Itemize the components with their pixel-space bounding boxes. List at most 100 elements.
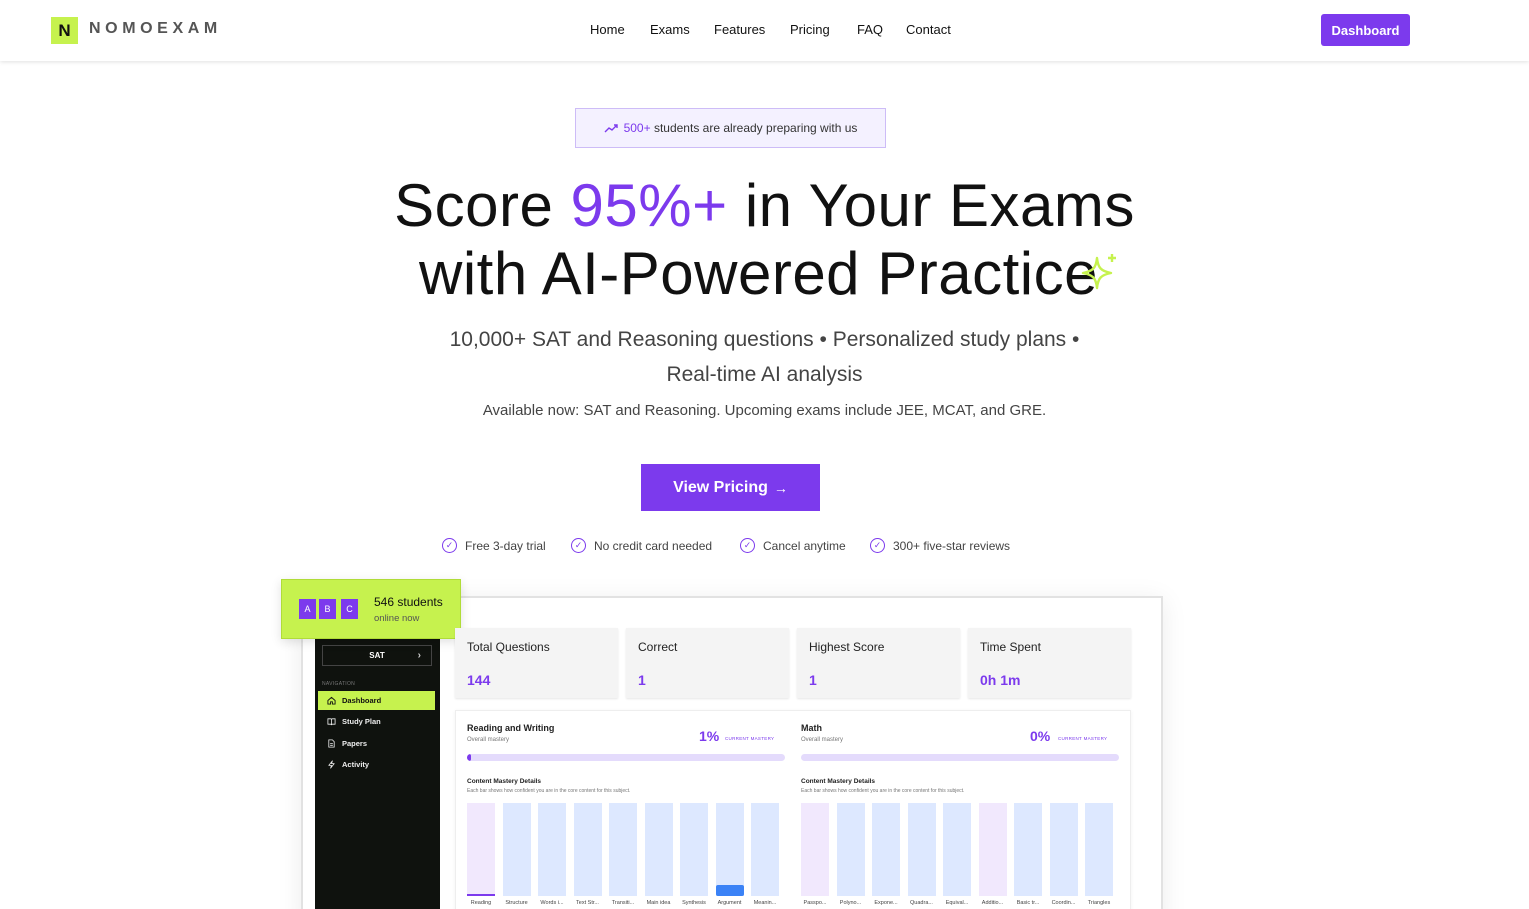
sidebar-item-dashboard[interactable]: Dashboard: [318, 691, 435, 710]
sidebar-item-label: Papers: [342, 739, 368, 748]
logo-mark[interactable]: N: [51, 17, 78, 44]
hero-subtitle-line1: 10,000+ SAT and Reasoning questions • Pe…: [449, 328, 1080, 351]
mastery-bar: [943, 803, 971, 896]
mastery-bar: [538, 803, 566, 896]
mastery-bar: [836, 803, 865, 896]
mastery-bar: [1085, 803, 1113, 896]
title-post: in Your Exams: [727, 172, 1135, 239]
mastery-bar-label: Additio...: [981, 900, 1004, 906]
mastery-bar-label: Main idea: [646, 900, 671, 906]
online-subtext: online now: [374, 613, 420, 624]
mastery-bar-label: Triangles: [1087, 900, 1111, 906]
view-pricing-button[interactable]: View Pricing →: [641, 464, 820, 511]
mastery-bar: [801, 803, 829, 896]
arrow-right-icon: →: [773, 479, 788, 496]
nav-home[interactable]: Home: [590, 22, 625, 37]
subject-progress-bar: [801, 754, 1119, 761]
subject-mastery-pct: 0%: [1030, 728, 1051, 744]
mastery-bar-fill: [467, 894, 495, 896]
stat-label: Total Questions: [467, 640, 550, 654]
nav-features[interactable]: Features: [714, 22, 765, 37]
subject-meta: Overall mastery: [467, 737, 510, 743]
check-item: ✓ Cancel anytime: [740, 538, 846, 553]
stat-card-time-spent: Time Spent 0h 1m: [968, 628, 1131, 698]
mastery-bar-label: Reading: [470, 900, 492, 906]
nav-contact[interactable]: Contact: [906, 22, 951, 37]
subject-mastery-label: CURRENT MASTERY: [1058, 736, 1108, 741]
mastery-bar: [715, 803, 744, 896]
sidebar-item-label: Dashboard: [342, 696, 382, 705]
site-header: N NOMOEXAM Home Exams Features Pricing F…: [0, 0, 1529, 61]
stat-card-correct: Correct 1: [626, 628, 789, 698]
stat-value: 1: [809, 672, 817, 688]
check-item: ✓ No credit card needed: [571, 538, 712, 553]
exam-select[interactable]: SAT ›: [322, 645, 432, 666]
detail-meta: Each bar shows how confident you are in …: [801, 788, 965, 794]
avatar: B: [318, 598, 337, 620]
file-text-icon: [328, 739, 335, 748]
mastery-bar-fill: [715, 884, 744, 896]
mastery-bar: [907, 803, 936, 896]
dashboard-button[interactable]: Dashboard: [1321, 14, 1410, 46]
sidebar-item-papers[interactable]: Papers: [318, 734, 435, 753]
subject-progress-bar: [467, 754, 785, 761]
hero-title-line2: with AI-Powered Practice: [0, 244, 1523, 304]
book-open-icon: [327, 718, 336, 726]
mastery-bar-label: Passpo...: [803, 900, 827, 906]
mastery-bar: [1049, 803, 1078, 896]
mastery-bar-label: Synthesis: [682, 900, 706, 906]
detail-meta: Each bar shows how confident you are in …: [467, 788, 631, 794]
mastery-bar-label: Transiti...: [611, 900, 635, 906]
mastery-bar: [502, 803, 531, 896]
avatar: C: [340, 598, 359, 620]
stat-value: 1: [638, 672, 646, 688]
check-label: No credit card needed: [594, 538, 713, 553]
check-label: Free 3-day trial: [465, 538, 546, 553]
title-line2-text: with AI-Powered Practice: [419, 240, 1098, 307]
subject-meta: Overall mastery: [801, 737, 844, 743]
mastery-bar: [467, 803, 495, 896]
mastery-bar-label: Expone...: [874, 900, 898, 906]
nav-section-title: NAVIGATION: [322, 681, 356, 687]
stat-value: 0h 1m: [980, 672, 1021, 688]
subject-title: Reading and Writing: [467, 723, 555, 733]
exam-select-value: SAT: [369, 651, 385, 660]
stat-value: 144: [467, 672, 491, 688]
brand-name[interactable]: NOMOEXAM: [89, 20, 222, 38]
availability-text: Available now: SAT and Reasoning. Upcomi…: [482, 402, 1047, 419]
mastery-bar: [751, 803, 779, 896]
mastery-bar-label: Polyno...: [839, 900, 862, 906]
check-label: 300+ five-star reviews: [893, 538, 1011, 553]
nav-exams[interactable]: Exams: [650, 22, 690, 37]
nav-faq[interactable]: FAQ: [857, 22, 883, 37]
sidebar-item-study-plan[interactable]: Study Plan: [318, 712, 435, 731]
zap-icon: [328, 760, 335, 769]
mastery-bar: [978, 803, 1007, 896]
subject-mastery-label: CURRENT MASTERY: [725, 736, 775, 741]
chevron-right-icon: ›: [417, 650, 421, 661]
mastery-bar: [872, 803, 900, 896]
mastery-bar-label: Argument: [717, 900, 742, 906]
mastery-bar-label: Structure: [505, 900, 528, 906]
hero-subtitle-line2: Real-time AI analysis: [666, 363, 863, 386]
progress-fill: [467, 754, 471, 761]
social-proof-pill: 500+ students are already preparing with…: [575, 108, 886, 148]
mastery-bar-label: Basic tr...: [1016, 900, 1040, 906]
nav-pricing[interactable]: Pricing: [790, 22, 830, 37]
mastery-bar: [644, 803, 673, 896]
stat-label: Highest Score: [809, 640, 885, 654]
avatar: A: [298, 598, 317, 620]
hero-title-line1: Score 95%+ in Your Exams: [0, 176, 1529, 236]
mastery-bar: [1014, 803, 1042, 896]
stat-label: Correct: [638, 640, 678, 654]
sidebar-item-activity[interactable]: Activity: [318, 755, 435, 774]
check-circle-icon: ✓: [571, 538, 586, 553]
pill-text: students are already preparing with us: [653, 121, 858, 135]
mastery-bar-label: Quadra...: [910, 900, 933, 906]
mastery-bar-label: Words i...: [540, 900, 564, 906]
detail-title: Content Mastery Details: [467, 778, 542, 785]
sparkle-icon: [1081, 254, 1116, 290]
subject-mastery-pct: 1%: [699, 728, 720, 744]
detail-title: Content Mastery Details: [801, 778, 876, 785]
home-icon: [327, 696, 336, 705]
